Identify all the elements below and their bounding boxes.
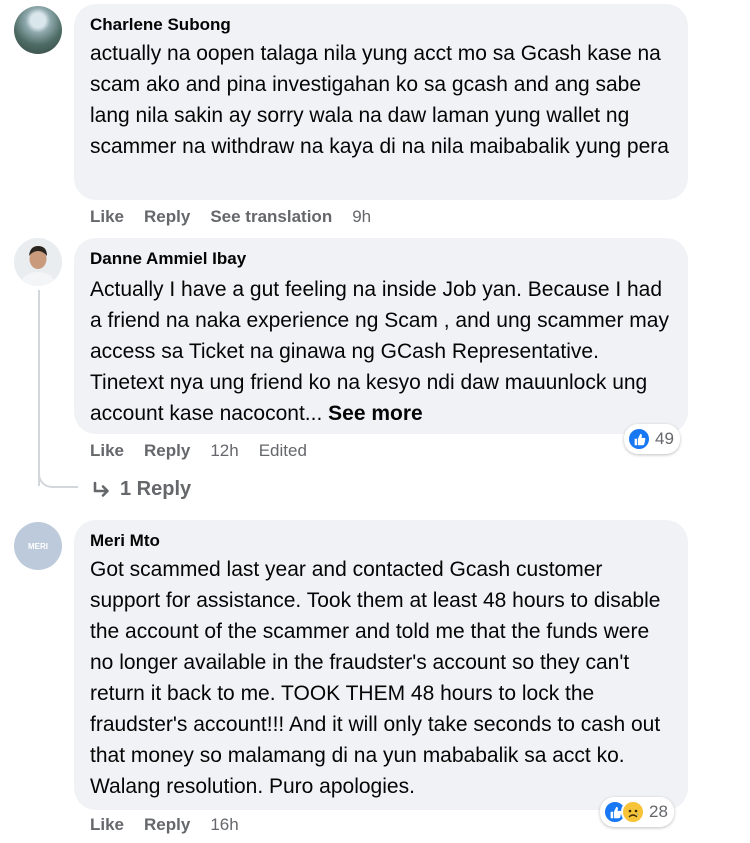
see-more-link[interactable]: See more bbox=[328, 402, 423, 425]
reaction-count: 28 bbox=[649, 802, 668, 821]
thread-connector bbox=[38, 456, 78, 488]
see-translation-link[interactable]: See translation bbox=[210, 207, 332, 227]
comment-timestamp[interactable]: 12h bbox=[210, 441, 238, 461]
comment-author[interactable]: Charlene Subong bbox=[90, 14, 672, 36]
view-replies-link[interactable]: 1 Reply bbox=[92, 478, 191, 501]
reply-button[interactable]: Reply bbox=[144, 441, 190, 461]
comment-author[interactable]: Meri Mto bbox=[90, 530, 672, 552]
comment-actions: Like Reply See translation 9h bbox=[90, 205, 391, 229]
comment-text: actually na oopen talaga nila yung acct … bbox=[90, 42, 669, 158]
comment-bubble: Danne Ammiel Ibay Actually I have a gut … bbox=[74, 238, 688, 434]
comment-bubble: Meri Mto Got scammed last year and conta… bbox=[74, 520, 688, 810]
comment-actions: Like Reply 16h bbox=[90, 813, 259, 837]
avatar[interactable] bbox=[14, 238, 62, 286]
reply-arrow-icon bbox=[93, 481, 109, 497]
replies-count-label[interactable]: 1 Reply bbox=[120, 478, 191, 501]
reply-button[interactable]: Reply bbox=[144, 207, 190, 227]
reply-button[interactable]: Reply bbox=[144, 815, 190, 835]
comment-author[interactable]: Danne Ammiel Ibay bbox=[90, 248, 672, 270]
sad-reaction-icon bbox=[621, 800, 645, 824]
like-button[interactable]: Like bbox=[90, 207, 124, 227]
avatar[interactable]: MERI bbox=[14, 522, 62, 570]
like-button[interactable]: Like bbox=[90, 815, 124, 835]
reaction-count: 49 bbox=[655, 429, 674, 448]
like-reaction-icon bbox=[627, 427, 651, 451]
profile-photo-icon bbox=[14, 238, 62, 286]
like-button[interactable]: Like bbox=[90, 441, 124, 461]
reaction-summary[interactable]: 49 bbox=[624, 424, 680, 454]
comment-actions: Like Reply 12h Edited bbox=[90, 439, 327, 463]
comment-text: Actually I have a gut feeling na inside … bbox=[90, 274, 672, 429]
comment-text: Got scammed last year and contacted Gcas… bbox=[90, 558, 661, 798]
avatar[interactable] bbox=[14, 6, 62, 54]
comment-bubble: Charlene Subong actually na oopen talaga… bbox=[74, 4, 688, 200]
comment-timestamp[interactable]: 16h bbox=[210, 815, 238, 835]
edited-label[interactable]: Edited bbox=[259, 441, 307, 461]
avatar-logo-text: MERI bbox=[28, 541, 48, 551]
comment-timestamp[interactable]: 9h bbox=[352, 207, 371, 227]
reaction-summary[interactable]: 28 bbox=[600, 797, 674, 827]
